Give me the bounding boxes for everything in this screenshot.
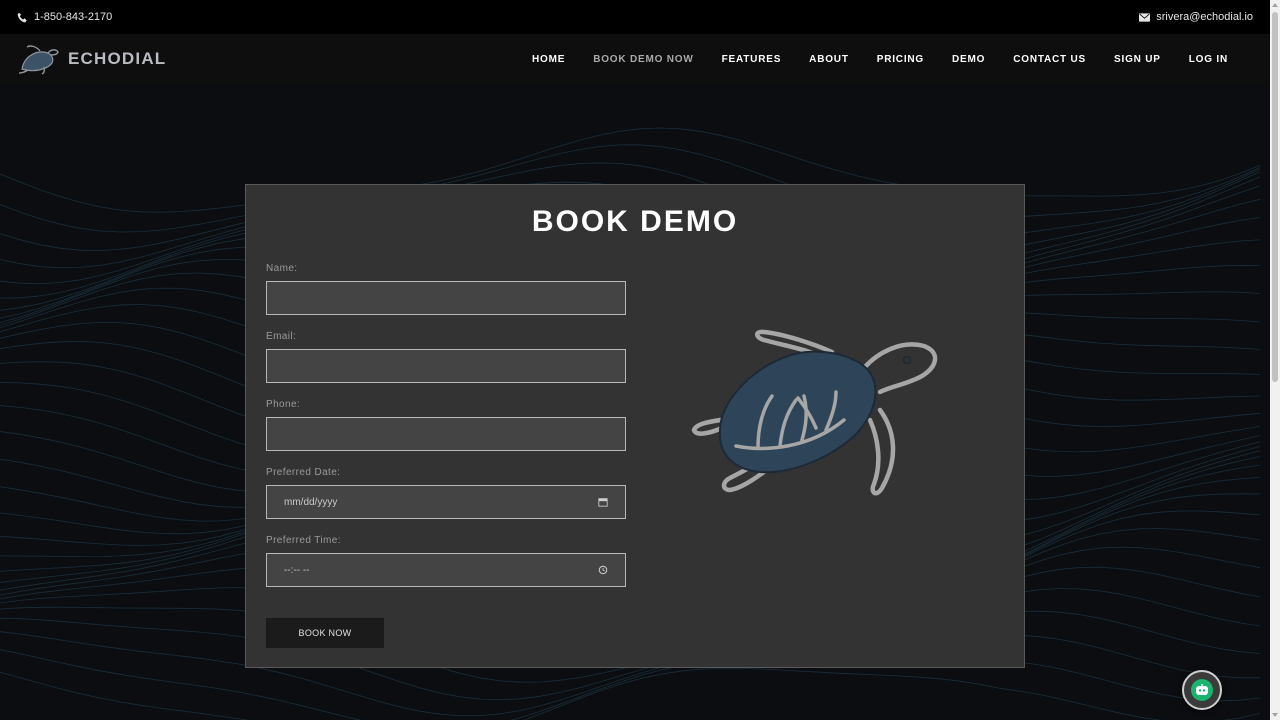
- chatbot-icon-wrap: [1191, 679, 1213, 701]
- date-placeholder: mm/dd/yyyy: [284, 496, 338, 508]
- phone-number: 1-850-843-2170: [34, 11, 113, 23]
- scroll-up-arrow-icon[interactable]: [1272, 3, 1278, 7]
- phone-icon: [17, 12, 27, 22]
- name-label: Name:: [266, 263, 298, 274]
- date-input[interactable]: mm/dd/yyyy: [266, 485, 626, 519]
- scroll-down-arrow-icon[interactable]: [1272, 713, 1278, 717]
- nav-demo[interactable]: DEMO: [952, 54, 985, 65]
- phone-contact[interactable]: 1-850-843-2170: [17, 11, 112, 23]
- nav-log-in[interactable]: LOG IN: [1189, 54, 1228, 65]
- chatbot-button[interactable]: [1182, 670, 1222, 710]
- main-navbar: ECHODIAL HOME BOOK DEMO NOW FEATURES ABO…: [0, 34, 1270, 84]
- brand-name: ECHODIAL: [68, 49, 167, 68]
- nav-menu: HOME BOOK DEMO NOW FEATURES ABOUT PRICIN…: [532, 54, 1228, 65]
- clock-icon[interactable]: [598, 565, 608, 575]
- chatbot-icon: [1196, 684, 1208, 695]
- email-input[interactable]: [266, 349, 626, 383]
- name-field-group: Name:: [266, 263, 626, 315]
- page-title: BOOK DEMO: [531, 205, 739, 238]
- book-now-button[interactable]: BOOK NOW: [266, 618, 384, 648]
- nav-features[interactable]: FEATURES: [722, 54, 782, 65]
- nav-contact-us[interactable]: CONTACT US: [1013, 54, 1086, 65]
- phone-label: Phone:: [266, 399, 301, 410]
- email-contact[interactable]: srivera@echodial.io: [1139, 11, 1253, 23]
- nav-home[interactable]: HOME: [532, 54, 565, 65]
- book-demo-card: BOOK DEMO Name: Email: Phone: Preferred …: [245, 184, 1025, 668]
- nav-pricing[interactable]: PRICING: [877, 54, 924, 65]
- page-scrollbar[interactable]: [1270, 0, 1280, 720]
- envelope-icon: [1139, 12, 1151, 22]
- nav-book-demo-now[interactable]: BOOK DEMO NOW: [593, 54, 693, 65]
- email-label: Email:: [266, 331, 297, 342]
- time-label: Preferred Time:: [266, 535, 341, 546]
- phone-field-group: Phone:: [266, 399, 626, 451]
- top-contact-bar: 1-850-843-2170 srivera@echodial.io: [0, 0, 1270, 34]
- time-placeholder: --:-- --: [284, 564, 310, 576]
- scrollbar-thumb[interactable]: [1272, 12, 1278, 382]
- date-label: Preferred Date:: [266, 467, 341, 478]
- brand-logo[interactable]: ECHODIAL: [18, 43, 166, 75]
- nav-sign-up[interactable]: SIGN UP: [1114, 54, 1161, 65]
- nav-about[interactable]: ABOUT: [809, 54, 849, 65]
- wave-line: [0, 667, 1261, 720]
- time-field-group: Preferred Time: --:-- --: [266, 535, 626, 587]
- turtle-logo-icon: [18, 45, 59, 75]
- email-address: srivera@echodial.io: [1156, 11, 1253, 23]
- name-input[interactable]: [266, 281, 626, 315]
- time-input[interactable]: --:-- --: [266, 553, 626, 587]
- sea-turtle-illustration: [691, 329, 938, 496]
- email-field-group: Email:: [266, 331, 626, 383]
- date-field-group: Preferred Date: mm/dd/yyyy: [266, 467, 626, 519]
- book-demo-form: Name: Email: Phone: Preferred Date: mm/d…: [266, 263, 626, 603]
- calendar-icon[interactable]: [598, 497, 608, 507]
- phone-input[interactable]: [266, 417, 626, 451]
